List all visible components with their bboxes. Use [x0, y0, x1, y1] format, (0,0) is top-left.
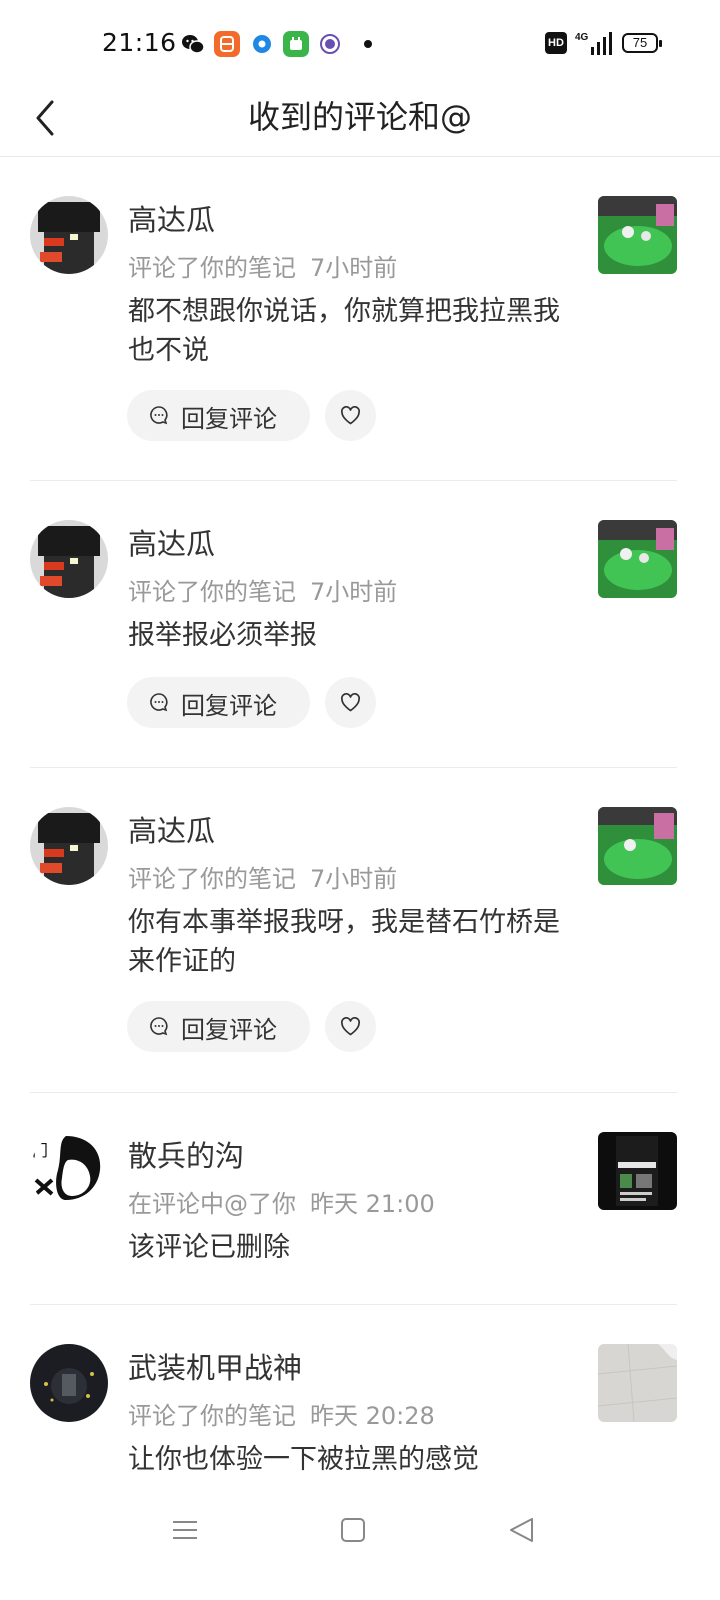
reply-comment-button[interactable]: 回复评论 — [127, 677, 310, 728]
action-text: 评论了你的笔记 — [128, 578, 296, 606]
user-name[interactable]: 散兵的沟 — [128, 1133, 244, 1175]
heart-icon — [340, 1017, 361, 1036]
timestamp: 7小时前 — [310, 578, 398, 606]
header: 收到的评论和@ — [0, 88, 720, 157]
reply-comment-button[interactable]: 回复评论 — [127, 1001, 310, 1052]
timestamp: 7小时前 — [310, 254, 398, 282]
comment-text[interactable]: 报举报必须举报 — [128, 616, 568, 655]
app-icon — [317, 31, 343, 57]
timestamp: 7小时前 — [310, 865, 398, 893]
list-item[interactable]: 高达瓜 评论了你的笔记 7小时前 都不想跟你说话，你就算把我拉黑我也不说 回复评论 — [0, 157, 720, 480]
avatar[interactable] — [30, 520, 108, 598]
comment-text[interactable]: 让你也体验一下被拉黑的感觉 — [128, 1440, 568, 1479]
comment-icon — [150, 406, 168, 425]
note-thumbnail[interactable] — [598, 520, 677, 598]
like-button[interactable] — [325, 677, 376, 728]
note-thumbnail[interactable] — [598, 807, 677, 885]
notification-dot-icon — [364, 40, 372, 48]
timestamp: 昨天 21:00 — [310, 1190, 435, 1218]
comment-icon — [150, 693, 168, 712]
list-item[interactable]: 高达瓜 评论了你的笔记 7小时前 你有本事举报我呀，我是替石竹桥是来作证的 回复评… — [0, 768, 720, 1092]
signal-icon: 4G — [575, 29, 615, 57]
comment-text[interactable]: 该评论已删除 — [128, 1228, 568, 1267]
action-text: 评论了你的笔记 — [128, 254, 296, 282]
home-icon[interactable] — [333, 1510, 373, 1550]
comment-icon — [150, 1017, 168, 1036]
svg-text:门: 门 — [32, 1142, 48, 1160]
like-button[interactable] — [325, 390, 376, 441]
comment-meta: 评论了你的笔记 7小时前 — [128, 248, 397, 283]
avatar[interactable]: 门 — [30, 1132, 108, 1210]
reply-label: 回复评论 — [181, 1016, 277, 1044]
avatar[interactable] — [30, 196, 108, 274]
status-time: 21:16 — [102, 28, 177, 57]
page-title: 收到的评论和@ — [247, 98, 472, 136]
comment-meta: 在评论中@了你 昨天 21:00 — [128, 1184, 435, 1219]
heart-icon — [340, 406, 361, 425]
action-text: 在评论中@了你 — [128, 1190, 296, 1218]
list-item[interactable]: 高达瓜 评论了你的笔记 7小时前 报举报必须举报 回复评论 — [0, 481, 720, 768]
user-name[interactable]: 高达瓜 — [128, 808, 215, 850]
comment-meta: 评论了你的笔记 昨天 20:28 — [128, 1396, 435, 1431]
reply-label: 回复评论 — [181, 405, 277, 433]
note-thumbnail[interactable] — [598, 1132, 677, 1210]
avatar[interactable] — [30, 807, 108, 885]
user-name[interactable]: 高达瓜 — [128, 521, 215, 563]
comment-meta: 评论了你的笔记 7小时前 — [128, 572, 397, 607]
action-text: 评论了你的笔记 — [128, 1402, 296, 1430]
back-triangle-icon[interactable] — [502, 1510, 542, 1550]
comment-meta: 评论了你的笔记 7小时前 — [128, 859, 397, 894]
app-icon — [249, 31, 275, 57]
comment-text[interactable]: 都不想跟你说话，你就算把我拉黑我也不说 — [128, 292, 568, 370]
timestamp: 昨天 20:28 — [310, 1402, 435, 1430]
reply-label: 回复评论 — [181, 692, 277, 720]
battery-indicator: 75 — [622, 33, 662, 53]
reply-comment-button[interactable]: 回复评论 — [127, 390, 310, 441]
status-bar: 21:16 HD 4G 75 — [0, 0, 720, 88]
avatar[interactable] — [30, 1344, 108, 1422]
wechat-icon — [180, 31, 206, 57]
hd-badge: HD — [545, 32, 567, 54]
action-text: 评论了你的笔记 — [128, 865, 296, 893]
system-navigation-bar — [0, 1500, 720, 1600]
user-name[interactable]: 高达瓜 — [128, 197, 215, 239]
app-icon — [214, 31, 240, 57]
app-icon — [283, 31, 309, 57]
like-button[interactable] — [325, 1001, 376, 1052]
user-name[interactable]: 武装机甲战神 — [128, 1345, 302, 1387]
note-thumbnail[interactable] — [598, 1344, 677, 1422]
comment-text[interactable]: 你有本事举报我呀，我是替石竹桥是来作证的 — [128, 903, 568, 981]
menu-icon[interactable] — [165, 1510, 205, 1550]
note-thumbnail[interactable] — [598, 196, 677, 274]
list-item[interactable]: 武装机甲战神 评论了你的笔记 昨天 20:28 让你也体验一下被拉黑的感觉 — [0, 1305, 720, 1500]
network-label: 4G — [575, 32, 589, 43]
list-item[interactable]: 门 散兵的沟 在评论中@了你 昨天 21:00 该评论已删除 — [0, 1093, 720, 1304]
heart-icon — [340, 693, 361, 712]
